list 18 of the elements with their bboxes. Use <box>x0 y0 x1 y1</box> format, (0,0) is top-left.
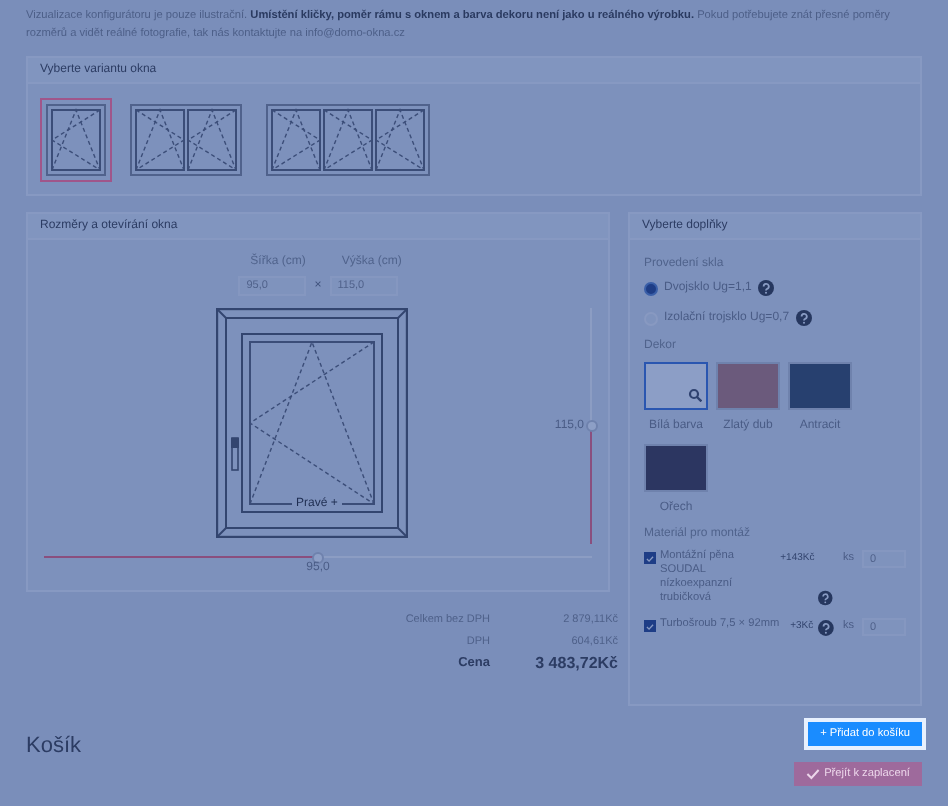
check-icon <box>646 553 654 563</box>
radio-button[interactable] <box>644 281 658 295</box>
color-swatch[interactable] <box>644 444 708 492</box>
checkbox[interactable] <box>644 552 656 564</box>
check-icon <box>646 621 654 631</box>
color-swatch[interactable] <box>716 362 780 410</box>
slider-thumb[interactable] <box>312 551 324 563</box>
check-icon <box>806 768 821 780</box>
color-swatch[interactable] <box>644 362 708 410</box>
search-icon <box>688 388 702 402</box>
window-variant[interactable] <box>40 98 112 182</box>
cart-heading: Košík <box>26 734 82 758</box>
window-variant[interactable] <box>260 98 436 182</box>
window-variant[interactable] <box>124 98 248 182</box>
price-value: 3 483,72Kč <box>533 654 618 672</box>
slider-thumb[interactable] <box>585 420 597 432</box>
checkbox[interactable] <box>644 620 656 632</box>
color-swatch[interactable] <box>788 362 852 410</box>
